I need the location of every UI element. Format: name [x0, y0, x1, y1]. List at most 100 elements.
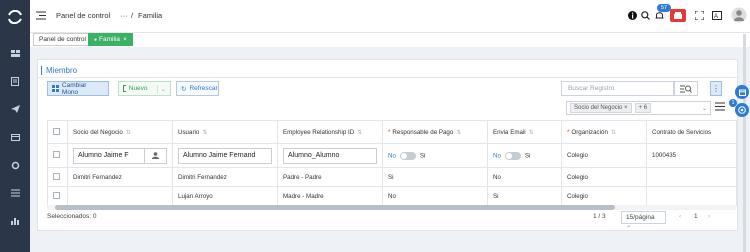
app-logo[interactable]: [0, 0, 30, 34]
section-title[interactable]: Miembro: [41, 66, 77, 75]
row-checkbox[interactable]: [53, 191, 60, 199]
filter-chip: Socio del Negocio ×: [570, 103, 632, 113]
change-mono-label: Cambiar Mono: [61, 81, 87, 96]
breadcrumb-root[interactable]: Panel de control: [56, 11, 110, 20]
chip-close-icon[interactable]: ×: [624, 105, 628, 111]
sort-icon[interactable]: ⇅: [456, 130, 461, 136]
business-partner-input[interactable]: Alumno Jaime F: [73, 147, 145, 164]
user-input[interactable]: Alumno Jaime Fernand: [178, 147, 272, 164]
dashboard-icon[interactable]: [8, 47, 22, 59]
row-checkbox[interactable]: [53, 172, 60, 180]
row-select-cell[interactable]: [47, 143, 68, 168]
row-select-cell[interactable]: [47, 167, 68, 187]
horizontal-scrollbar[interactable]: [47, 205, 736, 210]
filter-select[interactable]: Socio del Negocio × + 6 ⌄: [566, 101, 711, 115]
tab-close-icon[interactable]: ×: [123, 36, 127, 43]
cell[interactable]: Madre - Madre: [277, 186, 383, 206]
advanced-search-button[interactable]: [674, 81, 698, 96]
cell[interactable]: Si: [487, 186, 562, 206]
column-header[interactable]: Contrato de Servicios: [646, 120, 737, 144]
column-header[interactable]: Socio del Negocio ⇅: [67, 120, 173, 144]
cell[interactable]: Colegio: [561, 167, 647, 187]
cell[interactable]: Colegio: [561, 186, 647, 206]
search-input[interactable]: Buscar Registro: [561, 81, 674, 96]
list-icon[interactable]: [8, 187, 22, 199]
organization-cell[interactable]: Colegio: [561, 143, 647, 168]
cell[interactable]: [67, 186, 173, 206]
breadcrumb-more[interactable]: ···: [120, 11, 128, 20]
calendar-icon: [738, 89, 746, 96]
settings-icon[interactable]: [8, 159, 22, 171]
cell: Alumno_Alumno: [277, 143, 383, 168]
column-header[interactable]: Employee Relationship ID ⇅: [277, 120, 383, 144]
float-target-button[interactable]: [735, 103, 749, 117]
selected-count: Seleccionados: 0: [47, 213, 97, 220]
menu-toggle-icon[interactable]: [36, 11, 46, 20]
tab-dashboard[interactable]: Panel de control: [33, 33, 92, 46]
tab-label: Panel de control: [39, 36, 86, 43]
column-header[interactable]: Envia Email ⇅: [487, 120, 562, 144]
sort-icon[interactable]: ⇅: [202, 130, 207, 136]
row-checkbox[interactable]: [53, 151, 60, 158]
info-icon[interactable]: [627, 10, 638, 21]
user-avatar[interactable]: [730, 6, 748, 24]
sort-icon[interactable]: ⇅: [611, 130, 616, 136]
float-calendar-button[interactable]: [735, 85, 749, 99]
new-button[interactable]: Nuevo ⌄: [118, 81, 171, 96]
new-dropdown-icon[interactable]: ⌄: [156, 84, 166, 93]
refresh-button[interactable]: ↻ Refrescar: [176, 81, 219, 96]
current-page[interactable]: 1: [694, 213, 698, 220]
fullscreen-icon[interactable]: [694, 10, 705, 21]
relationship-input[interactable]: Alumno_Alumno: [283, 147, 377, 164]
cell[interactable]: [646, 167, 737, 187]
store-icon[interactable]: [670, 9, 686, 22]
scrollbar-thumb[interactable]: [55, 205, 615, 210]
send-email-toggle[interactable]: [504, 151, 521, 160]
next-page-button[interactable]: ›: [708, 213, 710, 220]
payment-responsible-toggle[interactable]: [399, 151, 416, 160]
column-header[interactable]: Usuario ⇅: [172, 120, 278, 144]
column-list-icon[interactable]: [715, 102, 726, 113]
cell[interactable]: Padre - Padre: [277, 167, 383, 187]
document-icon[interactable]: [8, 75, 22, 87]
cell: No Si: [487, 143, 562, 168]
page-size-select[interactable]: 15/página ⌄: [621, 211, 666, 229]
reports-icon[interactable]: [8, 215, 22, 227]
row-select-cell[interactable]: [47, 186, 68, 206]
filter-more-chip: + 6: [634, 103, 652, 113]
partner-lookup-button[interactable]: [145, 147, 167, 164]
select-all-checkbox[interactable]: [53, 127, 60, 135]
translate-icon[interactable]: A: [711, 10, 722, 21]
select-all-cell[interactable]: [47, 120, 68, 144]
column-header[interactable]: * Organización ⇅: [561, 120, 647, 144]
cell[interactable]: No: [487, 167, 562, 187]
tab-familia[interactable]: ● Familia ×: [88, 33, 133, 46]
prev-page-button[interactable]: ‹: [679, 213, 681, 220]
send-icon[interactable]: [8, 103, 22, 115]
table-row-editing[interactable]: Alumno Jaime F Alumno Jaime Fernand Alum…: [47, 143, 737, 168]
filter-dropdown-icon[interactable]: ⌄: [702, 105, 707, 112]
column-label: Responsable de Pago: [392, 128, 454, 136]
cell[interactable]: Dimitri Fernandez: [67, 167, 173, 187]
cell[interactable]: Lujan Arroyo: [172, 186, 278, 206]
cell: No Si: [382, 143, 488, 168]
sort-icon[interactable]: ⇅: [126, 130, 131, 136]
column-header[interactable]: * Responsable de Pago ⇅: [382, 120, 488, 144]
cell[interactable]: [646, 186, 737, 206]
sort-icon[interactable]: ⇅: [529, 130, 534, 136]
calendar-icon[interactable]: [8, 131, 22, 143]
contract-cell[interactable]: 1000435: [646, 143, 737, 168]
table-row[interactable]: Lujan Arroyo Madre - Madre No Si Colegio: [47, 186, 737, 206]
table-row[interactable]: Dimitri Fernandez Dimitri Fernandez Padr…: [47, 167, 737, 187]
cell[interactable]: Si: [382, 167, 488, 187]
cell[interactable]: No: [382, 186, 488, 206]
change-mono-button[interactable]: Cambiar Mono: [47, 81, 109, 96]
page-scrollbar[interactable]: [743, 34, 746, 252]
column-label: Envia Email: [493, 128, 526, 136]
search-icon[interactable]: [640, 10, 651, 21]
cell[interactable]: Dimitri Fernandez: [172, 167, 278, 187]
cell: Alumno Jaime Fernand: [172, 143, 278, 168]
more-options-button[interactable]: ⋮: [710, 81, 722, 96]
notification-badge: 57: [657, 4, 671, 12]
sort-icon[interactable]: ⇅: [357, 130, 362, 136]
